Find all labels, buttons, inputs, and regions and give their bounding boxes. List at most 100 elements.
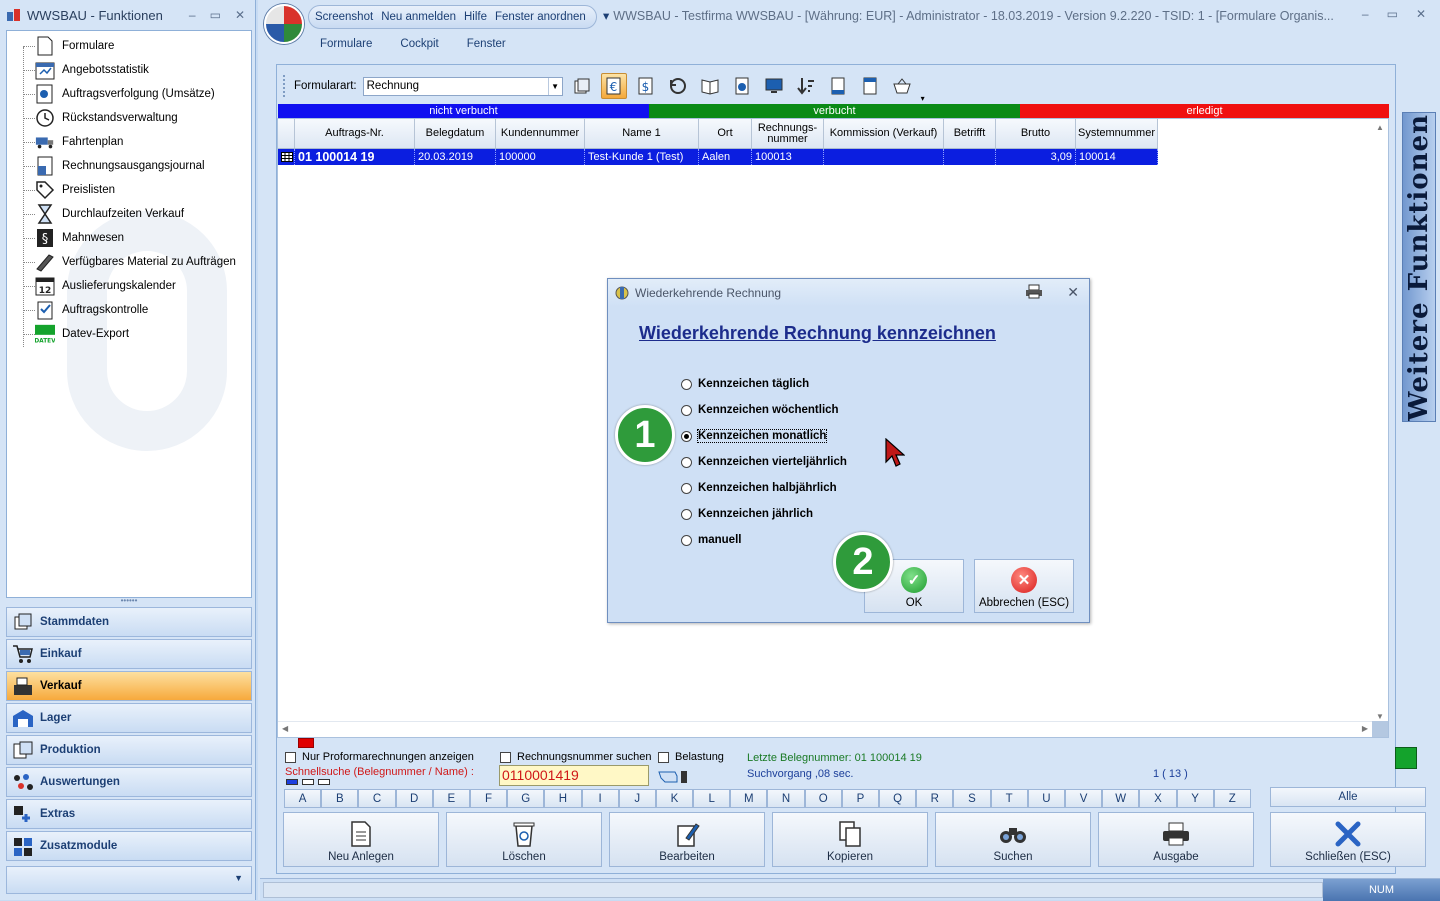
letter-filter-o[interactable]: O	[804, 789, 842, 808]
kopieren-button[interactable]: Kopieren	[772, 812, 928, 867]
panel-splitter[interactable]: ••••••	[6, 597, 252, 606]
nav-lager[interactable]: Lager	[6, 703, 252, 733]
letter-filter-m[interactable]: M	[730, 789, 768, 808]
letter-filter-h[interactable]: H	[544, 789, 582, 808]
bearbeiten-button[interactable]: Bearbeiten	[609, 812, 765, 867]
scroll-left-icon[interactable]: ◀	[282, 724, 288, 733]
radio-button[interactable]	[681, 404, 692, 416]
search-mode-icons[interactable]	[286, 779, 346, 787]
maximize-button[interactable]: ▭	[210, 8, 221, 22]
nav-auswertungen[interactable]: Auswertungen	[6, 767, 252, 797]
search-mode-1-icon[interactable]	[286, 779, 298, 785]
tab-cockpit[interactable]: Cockpit	[400, 36, 438, 52]
column-header[interactable]: Kundennummer	[496, 119, 585, 148]
column-header[interactable]: Name 1	[585, 119, 699, 148]
pointing-hand-icon[interactable]	[657, 764, 691, 789]
letter-filter-n[interactable]: N	[767, 789, 805, 808]
neu-anlegen-button[interactable]: Neu Anlegen	[283, 812, 439, 867]
search-mode-3-icon[interactable]	[318, 779, 330, 785]
help-button[interactable]: Hilfe	[464, 11, 487, 23]
main-maximize-button[interactable]: ▭	[1387, 7, 1398, 21]
radio-option[interactable]: Kennzeichen jährlich	[681, 508, 813, 520]
radio-option[interactable]: manuell	[681, 534, 741, 546]
tree-item[interactable]: Formulare	[35, 35, 114, 57]
letter-filter-f[interactable]: F	[469, 789, 508, 808]
tree-item[interactable]: Verfügbares Material zu Aufträgen	[35, 251, 236, 273]
filter-all-button[interactable]: Alle	[1270, 787, 1426, 807]
checkbox-box[interactable]	[500, 751, 511, 763]
relogin-button[interactable]: Neu anmelden	[381, 11, 456, 23]
dollar-invoice-icon[interactable]: $	[633, 73, 659, 99]
tree-item[interactable]: § Mahnwesen	[35, 227, 124, 249]
nav-verkauf[interactable]: Verkauf	[6, 671, 252, 701]
panel-top-icon[interactable]	[857, 73, 883, 99]
toolbar-grip[interactable]	[283, 75, 286, 97]
letter-filter-l[interactable]: L	[693, 789, 731, 808]
tab-fenster[interactable]: Fenster	[467, 36, 506, 52]
letter-filter-a[interactable]: A	[284, 789, 322, 808]
minimize-button[interactable]: –	[189, 8, 196, 22]
refresh-list-icon[interactable]	[569, 73, 595, 99]
nav-stammdaten[interactable]: Stammdaten	[6, 607, 252, 637]
letter-filter-z[interactable]: Z	[1213, 789, 1251, 808]
radio-button[interactable]	[681, 534, 692, 546]
proforma-checkbox[interactable]: Nur Proformarechnungen anzeigen	[285, 751, 474, 763]
toolbar-overflow-icon[interactable]: ▾	[921, 94, 925, 103]
checkbox-box[interactable]	[285, 751, 296, 763]
nav-produktion[interactable]: Produktion	[6, 735, 252, 765]
tree-item[interactable]: Preislisten	[35, 179, 115, 201]
radio-button[interactable]	[681, 378, 692, 390]
letter-filter-w[interactable]: W	[1102, 789, 1140, 808]
column-header[interactable]: Brutto	[996, 119, 1076, 148]
close-button[interactable]: ✕	[235, 8, 245, 22]
letter-filter-u[interactable]: U	[1027, 789, 1065, 808]
radio-button[interactable]	[681, 456, 692, 468]
status-green-indicator[interactable]	[1395, 747, 1417, 769]
chevron-down-icon[interactable]: ▼	[547, 77, 562, 95]
tree-item[interactable]: Auftragskontrolle	[35, 299, 148, 321]
belastung-checkbox[interactable]: Belastung	[658, 751, 724, 763]
info-document-icon[interactable]	[729, 73, 755, 99]
radio-button[interactable]	[681, 508, 692, 520]
schnellsuche-input[interactable]: 0110001419	[499, 765, 649, 786]
vertical-scrollbar[interactable]: ▲ ▼	[1372, 119, 1388, 723]
nav-einkauf[interactable]: Einkauf	[6, 639, 252, 669]
table-row[interactable]: 01 100014 19 20.03.2019 100000 Test-Kunde 1…	[278, 149, 1158, 165]
letter-filter-p[interactable]: P	[841, 789, 879, 808]
letter-filter-b[interactable]: B	[321, 789, 359, 808]
loeschen-button[interactable]: Löschen	[446, 812, 602, 867]
tree-item[interactable]: Rückstandsverwaltung	[35, 107, 178, 129]
column-header[interactable]: Auftrags-Nr.	[295, 119, 415, 148]
scroll-down-icon[interactable]: ▼	[1372, 712, 1388, 721]
column-header[interactable]: Kommission (Verkauf)	[824, 119, 944, 148]
nav-zusatzmodule[interactable]: Zusatzmodule	[6, 831, 252, 861]
print-icon[interactable]	[1025, 284, 1043, 299]
app-orb-button[interactable]	[264, 4, 304, 44]
tree-item[interactable]: 12 Auslieferungskalender	[35, 275, 176, 297]
status-nicht-verbucht[interactable]: nicht verbucht	[278, 104, 649, 118]
tree-item[interactable]: DATEV Datev-Export	[35, 323, 129, 345]
dialog-close-button[interactable]: ✕	[1067, 284, 1079, 301]
letter-filter-x[interactable]: X	[1139, 789, 1177, 808]
letter-filter-j[interactable]: J	[618, 789, 656, 808]
row-record-icon[interactable]	[278, 149, 295, 165]
letter-filter-v[interactable]: V	[1064, 789, 1103, 808]
column-header[interactable]: Belegdatum	[415, 119, 496, 148]
weitere-funktionen-tab[interactable]: Weitere Funktionen	[1402, 112, 1436, 422]
letter-filter-k[interactable]: K	[655, 789, 694, 808]
radio-option[interactable]: Kennzeichen täglich	[681, 378, 809, 390]
tree-item[interactable]: Auftragsverfolgung (Umsätze)	[35, 83, 215, 105]
arrange-windows-button[interactable]: Fenster anordnen	[495, 11, 586, 23]
radio-option[interactable]: Kennzeichen halbjährlich	[681, 482, 837, 494]
letter-filter-g[interactable]: G	[507, 789, 545, 808]
checkbox-box[interactable]	[658, 751, 669, 763]
column-header[interactable]: Betrifft	[944, 119, 996, 148]
radio-option[interactable]: Kennzeichen vierteljährlich	[681, 456, 847, 468]
scroll-up-icon[interactable]: ▲	[1372, 123, 1388, 132]
letter-filter-c[interactable]: C	[358, 789, 396, 808]
tree-item[interactable]: Fahrtenplan	[35, 131, 123, 153]
letter-filter-i[interactable]: I	[581, 789, 619, 808]
letter-filter-y[interactable]: Y	[1176, 789, 1214, 808]
radio-option[interactable]: Kennzeichen wöchentlich	[681, 404, 839, 416]
main-close-button[interactable]: ✕	[1416, 7, 1426, 21]
